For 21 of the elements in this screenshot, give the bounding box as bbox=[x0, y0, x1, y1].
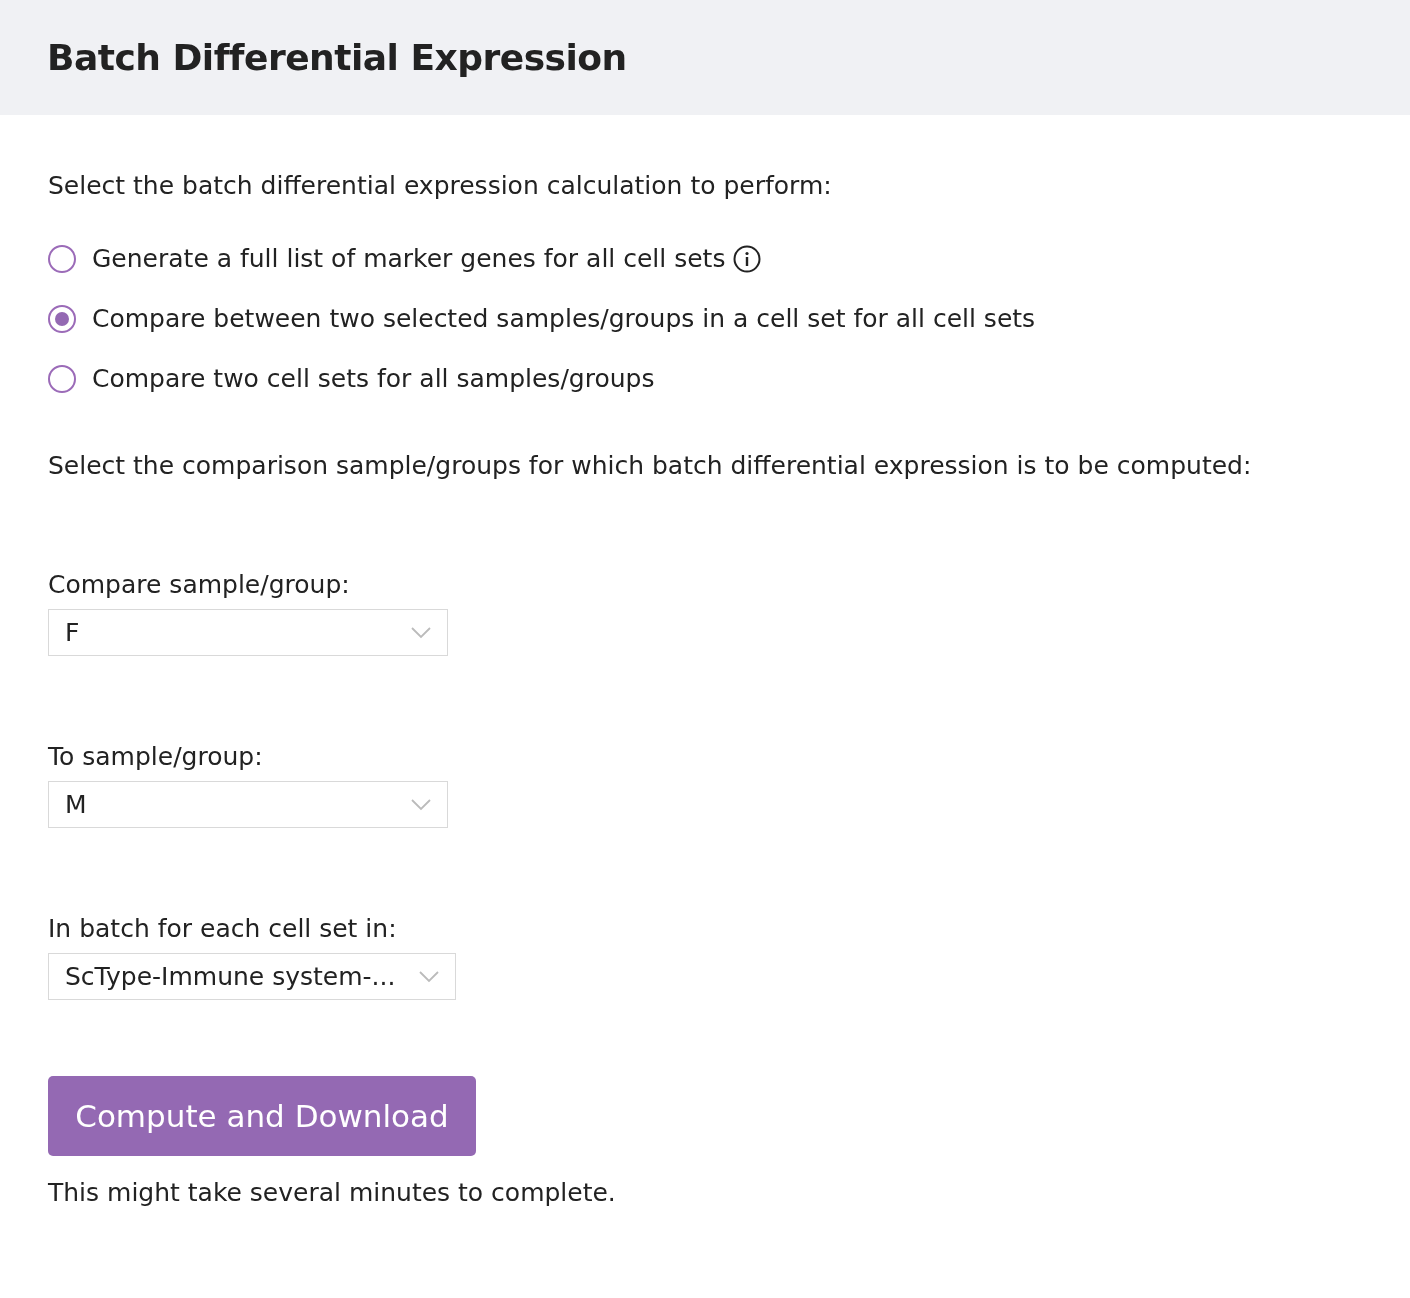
radio-button[interactable] bbox=[48, 244, 76, 273]
dropdown-select[interactable]: M bbox=[48, 781, 448, 828]
radio-label[interactable]: Compare two cell sets for all samples/groups bbox=[92, 364, 655, 393]
radio-label[interactable]: Generate a full list of marker genes for all cell sets bbox=[92, 244, 726, 273]
field-label: In batch for each cell set in: bbox=[48, 914, 398, 943]
chevron-down-icon bbox=[419, 970, 440, 983]
instruction-text: Select the comparison sample/groups for which batch differential expression is to be computed: bbox=[48, 451, 1253, 480]
radio-button[interactable] bbox=[48, 364, 76, 393]
note-text: This might take several minutes to complete. bbox=[48, 1178, 617, 1207]
field-label: To sample/group: bbox=[48, 742, 264, 771]
chevron-down-icon bbox=[411, 798, 431, 811]
info-icon[interactable] bbox=[733, 244, 762, 273]
dropdown-select[interactable]: ScType-Immune system-... bbox=[48, 953, 457, 1000]
dropdown-select[interactable]: F bbox=[48, 609, 448, 656]
compute-download-button[interactable]: Compute and Download bbox=[48, 1076, 476, 1156]
chevron-down-icon bbox=[411, 626, 431, 639]
radio-label[interactable]: Compare between two selected samples/groups in a cell set for all cell sets bbox=[92, 304, 1036, 333]
instruction-text: Select the batch differential expression calculation to perform: bbox=[48, 171, 833, 200]
radio-button[interactable] bbox=[48, 304, 76, 333]
field-label: Compare sample/group: bbox=[48, 570, 351, 599]
page-title: Batch Differential Expression bbox=[47, 37, 627, 78]
